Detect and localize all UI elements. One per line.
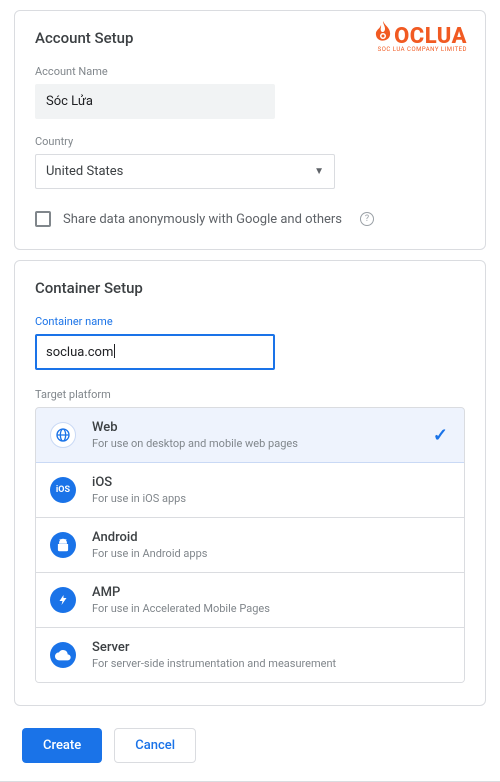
account-setup-card: OCLUA SOC LUA COMPANY LIMITED Account Se…: [14, 10, 486, 250]
action-buttons: Create Cancel: [22, 728, 486, 763]
platform-title: Web: [92, 420, 298, 435]
platform-list: Web For use on desktop and mobile web pa…: [35, 407, 465, 683]
platform-option-android[interactable]: Android For use in Android apps: [36, 517, 464, 572]
platform-title: iOS: [92, 475, 186, 490]
brand-logo: OCLUA SOC LUA COMPANY LIMITED: [373, 21, 467, 53]
cloud-icon: [50, 642, 76, 668]
container-setup-card: Container Setup Container name soclua.co…: [14, 260, 486, 706]
country-select[interactable]: United States ▼: [35, 154, 335, 189]
country-value: United States: [46, 164, 123, 179]
bolt-icon: [50, 587, 76, 613]
platform-desc: For server-side instrumentation and meas…: [92, 657, 336, 670]
text-cursor-icon: [114, 344, 115, 358]
share-data-checkbox[interactable]: [35, 211, 51, 227]
flame-icon: [373, 21, 393, 45]
globe-icon: [50, 422, 76, 448]
platform-desc: For use in iOS apps: [92, 492, 186, 505]
android-icon: [50, 532, 76, 558]
platform-desc: For use in Android apps: [92, 547, 207, 560]
create-button[interactable]: Create: [22, 728, 102, 763]
platform-title: AMP: [92, 585, 270, 600]
cancel-button[interactable]: Cancel: [114, 728, 196, 763]
platform-title: Android: [92, 530, 207, 545]
platform-desc: For use in Accelerated Mobile Pages: [92, 602, 270, 615]
country-label: Country: [35, 135, 465, 148]
check-icon: ✓: [433, 425, 448, 446]
platform-option-server[interactable]: Server For server-side instrumentation a…: [36, 627, 464, 682]
account-name-label: Account Name: [35, 65, 465, 78]
share-data-label: Share data anonymously with Google and o…: [63, 212, 342, 227]
platform-title: Server: [92, 640, 336, 655]
container-name-label: Container name: [35, 315, 465, 328]
container-name-input[interactable]: soclua.com: [35, 334, 275, 370]
platform-option-ios[interactable]: iOS iOS For use in iOS apps: [36, 462, 464, 517]
help-icon[interactable]: ?: [360, 212, 374, 226]
ios-icon: iOS: [50, 477, 76, 503]
platform-desc: For use on desktop and mobile web pages: [92, 437, 298, 450]
target-platform-label: Target platform: [35, 388, 465, 401]
chevron-down-icon: ▼: [314, 166, 324, 177]
container-name-value: soclua.com: [46, 345, 113, 360]
platform-option-web[interactable]: Web For use on desktop and mobile web pa…: [35, 407, 465, 463]
account-name-input[interactable]: Sóc Lửa: [35, 84, 275, 119]
brand-subtitle: SOC LUA COMPANY LIMITED: [373, 46, 467, 53]
container-setup-title: Container Setup: [35, 279, 465, 297]
platform-option-amp[interactable]: AMP For use in Accelerated Mobile Pages: [36, 572, 464, 627]
